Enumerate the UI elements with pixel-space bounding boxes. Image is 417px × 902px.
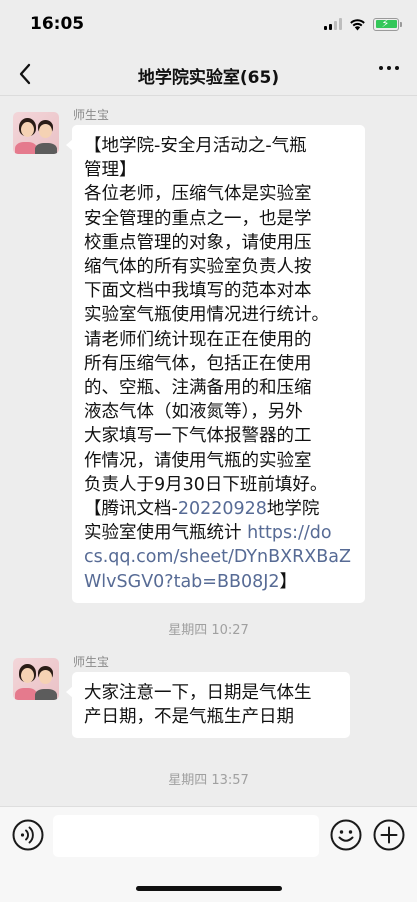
message-text: 管理】: [84, 160, 137, 181]
message-text: 实验室气瓶使用情况进行统计。: [84, 305, 329, 326]
message-text: 校重点管理的对象，请使用压: [84, 232, 312, 253]
more-dots-icon[interactable]: [379, 66, 399, 70]
timestamp: 星期四 10:27: [168, 623, 249, 638]
message-line: 大家注意一下，日期是气体生: [84, 681, 340, 705]
message-line: cs.qq.com/sheet/DYnBXRXBaZ: [84, 545, 355, 569]
message-text: 20220928: [177, 499, 267, 520]
message-line: WlvSGV0?tab=BB08J2】: [84, 570, 355, 594]
message-line: 【腾讯文档-20220928地学院: [84, 497, 355, 521]
message-line: 负责人于9月30日下班前填好。: [84, 473, 355, 497]
message-line: 所有压缩气体，包括正在使用: [84, 352, 355, 376]
message-text: 液态气体（如液氮等），另外: [84, 402, 303, 423]
signal-icon: [324, 18, 342, 30]
message-line: 缩气体的所有实验室负责人按: [84, 255, 355, 279]
message-line: 下面文档中我填写的范本对本: [84, 279, 355, 303]
message-line: 的、空瓶、注满备用的和压缩: [84, 376, 355, 400]
voice-icon[interactable]: [12, 819, 44, 851]
message-line: 【地学院-安全月活动之-气瓶: [84, 134, 355, 158]
message-text: 大家注意一下，日期是气体生: [84, 683, 312, 703]
message-text: 请老师们统计现在正在使用的: [84, 329, 312, 350]
message-text: 】: [279, 571, 298, 592]
message-text: 所有压缩气体，包括正在使用: [84, 353, 312, 374]
message-text: 下面文档中我填写的范本对本: [84, 281, 312, 302]
message-text: 作情况，请使用气瓶的实验室: [84, 450, 312, 471]
home-indicator[interactable]: [136, 886, 282, 891]
message-text: 产日期，不是气瓶生产日期: [84, 707, 294, 728]
message-bubble[interactable]: 大家注意一下，日期是气体生 产日期，不是气瓶生产日期: [66, 672, 350, 739]
message-text: 地学院: [266, 499, 320, 520]
chat-title: 地学院实验室(65): [137, 68, 280, 88]
timestamp: 星期四 13:57: [168, 773, 249, 788]
message-line: 液态气体（如液氮等），另外: [84, 400, 355, 424]
message-line: 产日期，不是气瓶生产日期: [84, 705, 340, 729]
message-text: 的、空瓶、注满备用的和压缩: [84, 378, 312, 399]
message-line: 安全管理的重点之一，也是学: [84, 207, 355, 231]
emoji-icon[interactable]: [330, 819, 362, 851]
message-line: 作情况，请使用气瓶的实验室: [84, 449, 355, 473]
status-bar: 16:05 ⚡: [0, 0, 417, 52]
message-line: 大家填写一下气体报警器的工: [84, 424, 355, 448]
battery-icon: ⚡: [373, 17, 402, 31]
message-text: 安全管理的重点之一，也是学: [84, 208, 312, 229]
status-icons: ⚡: [324, 16, 402, 32]
message-line: 各位老师，压缩气体是实验室: [84, 182, 355, 206]
avatar[interactable]: [13, 112, 59, 154]
sender-name: 师生宝: [73, 655, 110, 669]
message-link[interactable]: https://do: [247, 523, 332, 543]
message-text: 各位老师，压缩气体是实验室: [84, 184, 312, 205]
message-text: 大家填写一下气体报警器的工: [84, 426, 312, 447]
message-link[interactable]: WlvSGV0?tab=BB08J2: [84, 572, 280, 592]
message-bubble[interactable]: 【地学院-安全月活动之-气瓶 管理】各位老师，压缩气体是实验室 安全管理的重点之一，…: [66, 125, 365, 603]
nav-bar: 地学院实验室(65): [0, 52, 417, 96]
chat-area[interactable]: 师生宝 【地学院-安全月活动之-气瓶 管理】各位老师，压缩气体是实验室 安全管理的重…: [0, 96, 417, 806]
message-line: 实验室气瓶使用情况进行统计。: [84, 303, 355, 327]
sender-name: 师生宝: [73, 108, 110, 122]
plus-icon[interactable]: [373, 819, 405, 851]
wifi-icon: [350, 18, 365, 30]
message-link[interactable]: cs.qq.com/sheet/DYnBXRXBaZ: [84, 547, 351, 567]
message-text: 【腾讯文档-: [84, 499, 178, 520]
message-text: 【地学院-安全月活动之-气瓶: [84, 136, 307, 156]
message-input[interactable]: [53, 815, 319, 857]
message-line: 校重点管理的对象，请使用压: [84, 231, 355, 255]
message-line: 实验室使用气瓶统计 https://do: [84, 521, 355, 545]
message-line: 管理】: [84, 158, 355, 182]
message-text: 负责人于9月30日下班前填好。: [84, 474, 328, 495]
message-text: 实验室使用气瓶统计: [84, 523, 248, 544]
status-time: 16:05: [30, 14, 85, 34]
avatar[interactable]: [13, 658, 59, 700]
message-text: 缩气体的所有实验室负责人按: [84, 257, 312, 278]
message-line: 请老师们统计现在正在使用的: [84, 328, 355, 352]
